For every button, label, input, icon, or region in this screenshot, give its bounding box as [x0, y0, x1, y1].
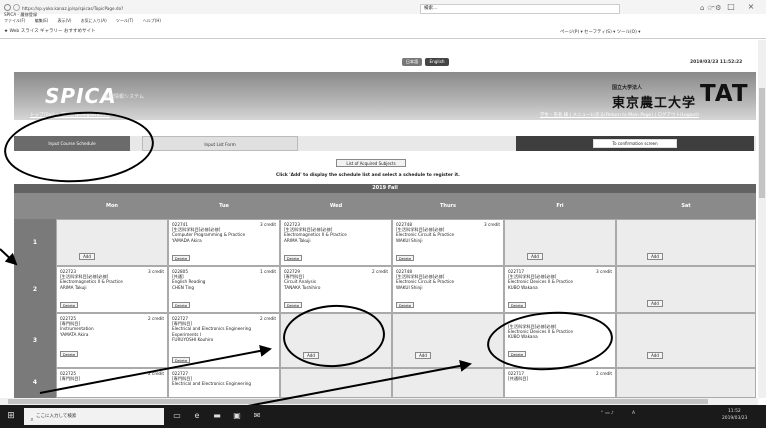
tray-date[interactable]: 2019/03/23 [722, 416, 747, 421]
task-view-icon[interactable]: ▭ [172, 410, 182, 422]
taskbar-search-text: ここに入力して検索 [36, 414, 77, 419]
ime-indicator[interactable]: A [632, 411, 635, 416]
edge-icon[interactable]: e [192, 410, 202, 422]
arrow-period [0, 248, 18, 266]
tray-icons[interactable]: ⌃ ▭ ♪ [600, 411, 614, 416]
windows-start-icon[interactable]: ⊞ [6, 410, 16, 422]
taskbar-search-input[interactable]: ここに入力して検索 [24, 408, 164, 425]
store-icon[interactable]: ▣ [232, 410, 242, 422]
search-icon: ⌕ [30, 416, 34, 423]
arrow-to-add [39, 344, 272, 394]
mail-icon[interactable]: ✉ [252, 410, 262, 422]
tray-time[interactable]: 11:52 [728, 409, 741, 414]
folder-icon[interactable]: ▬ [212, 410, 222, 422]
annotation-arrows [0, 248, 472, 428]
